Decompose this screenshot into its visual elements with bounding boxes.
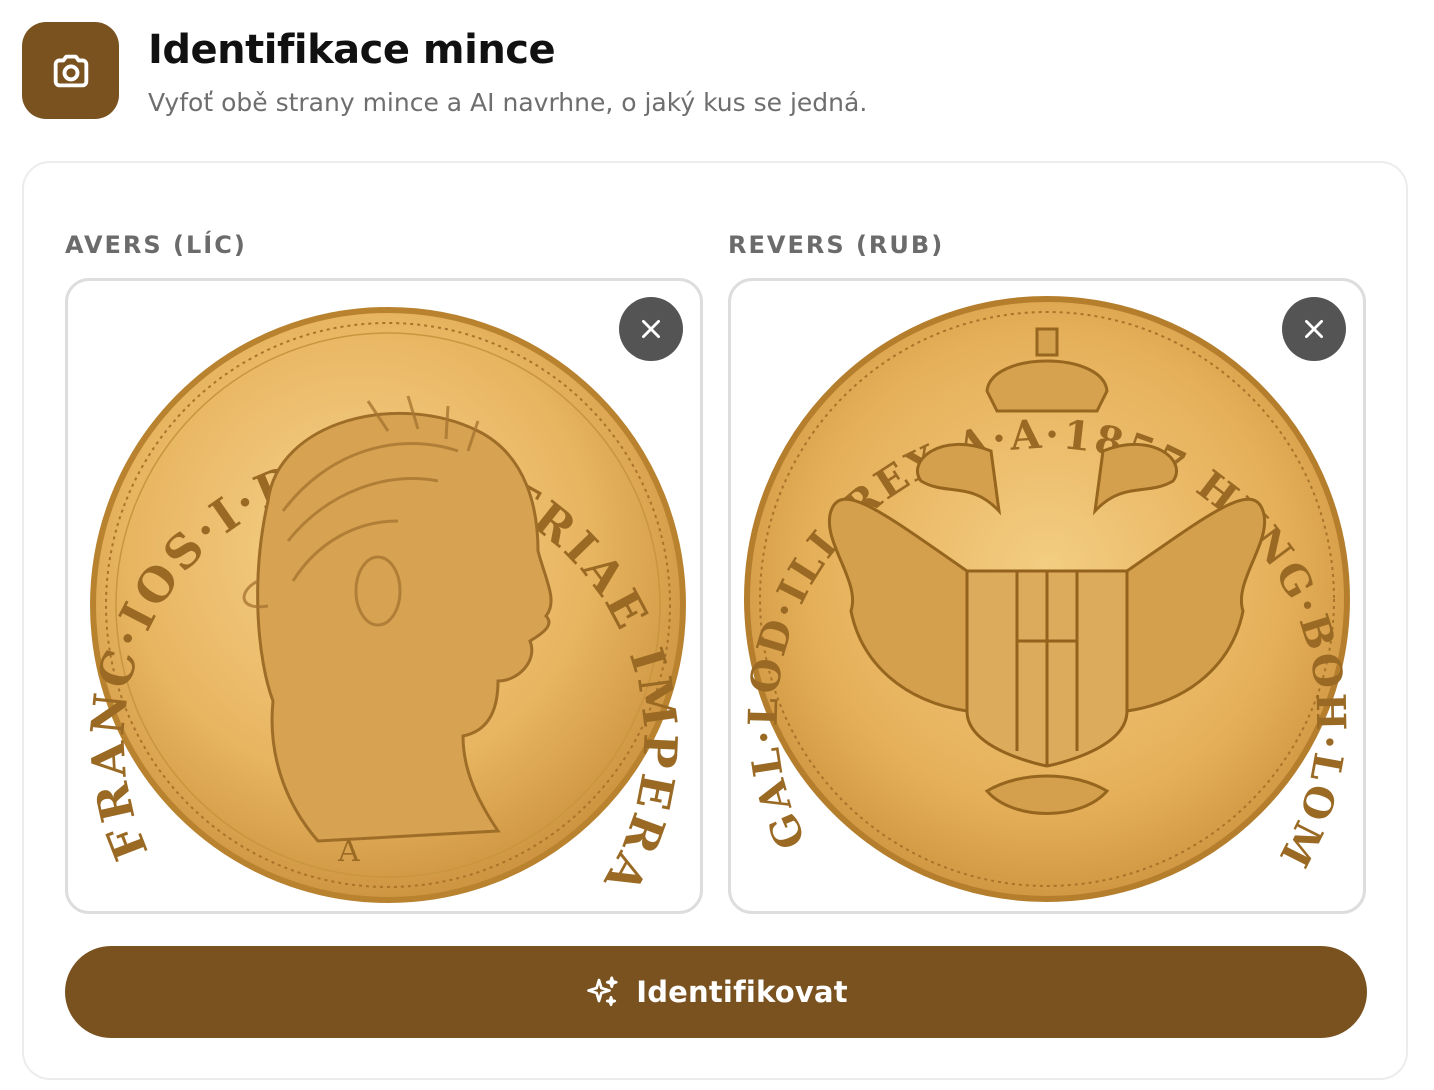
identification-card: AVERS (LÍC) FRANC·IOS·I·D·G·AVSTRIAE IMP… — [22, 161, 1408, 1080]
reverse-coin-image: GAL·LOD·ILL·REX·A·A·1857 HVNG·BOH·LOMB·E… — [731, 281, 1351, 902]
page-header: Identifikace mince Vyfoť obě strany minc… — [22, 22, 867, 120]
obverse-section: AVERS (LÍC) FRANC·IOS·I·D·G·AVSTRIAE IMP… — [65, 227, 703, 914]
identify-button[interactable]: Identifikovat — [65, 946, 1367, 1038]
remove-obverse-button[interactable] — [619, 297, 683, 361]
sparkles-icon — [587, 976, 618, 1007]
page-title: Identifikace mince — [148, 27, 556, 73]
close-icon — [642, 320, 660, 338]
obverse-label: AVERS (LÍC) — [65, 231, 247, 259]
reverse-photo[interactable]: GAL·LOD·ILL·REX·A·A·1857 HVNG·BOH·LOMB·E… — [728, 278, 1366, 914]
close-icon — [1305, 320, 1323, 338]
page-subtitle: Vyfoť obě strany mince a AI navrhne, o j… — [148, 88, 868, 117]
identify-button-label: Identifikovat — [636, 975, 848, 1009]
reverse-label: REVERS (RUB) — [728, 231, 945, 259]
remove-reverse-button[interactable] — [1282, 297, 1346, 361]
camera-icon — [22, 22, 119, 119]
obverse-photo[interactable]: FRANC·IOS·I·D·G·AVSTRIAE IMPERATOR A — [65, 278, 703, 914]
reverse-section: REVERS (RUB) GAL·LOD·ILL·REX·A·A·1857 HV… — [728, 227, 1366, 914]
svg-text:A: A — [337, 834, 360, 869]
obverse-coin-image: FRANC·IOS·I·D·G·AVSTRIAE IMPERATOR A — [68, 281, 686, 903]
